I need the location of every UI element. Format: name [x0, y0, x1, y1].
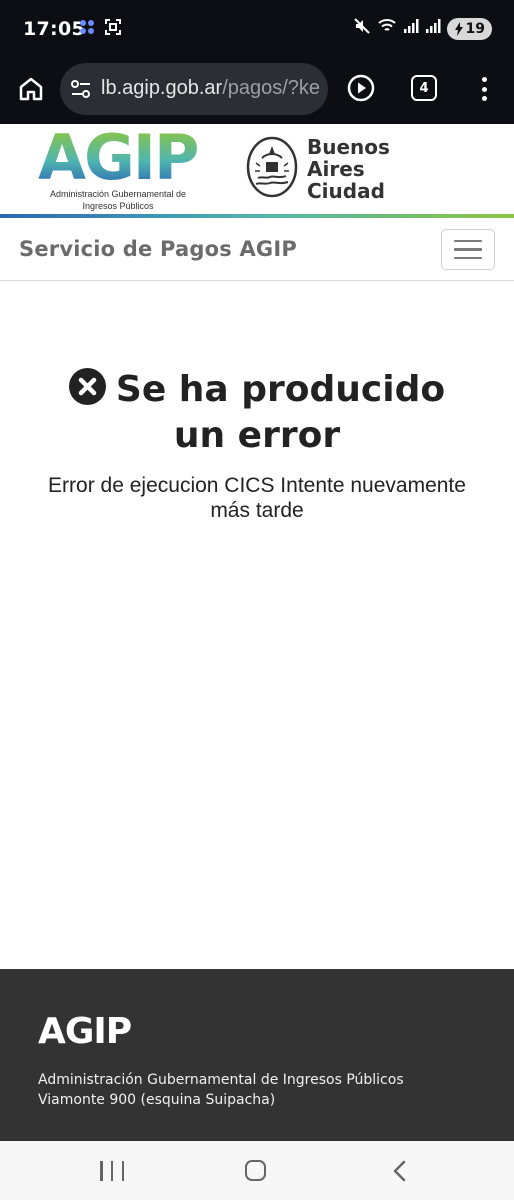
battery-level: 19 — [465, 20, 485, 37]
hamburger-line-icon — [454, 239, 482, 243]
recent-apps-icon — [100, 1161, 103, 1181]
back-button[interactable] — [390, 1159, 410, 1183]
error-title: Se ha producido un error — [0, 368, 514, 457]
status-time: 17:05 — [23, 18, 85, 40]
android-navigation-bar — [0, 1141, 514, 1200]
agip-logo[interactable]: AGIP Administración Gubernamental de Ing… — [38, 121, 214, 214]
tab-switcher-button[interactable]: 4 — [411, 75, 437, 101]
url-text: lb.agip.gob.ar/pagos/?ke — [101, 77, 320, 100]
error-panel: Se ha producido un error Error de ejecuc… — [0, 368, 514, 523]
status-left-icons — [78, 18, 122, 41]
signal-icon-2 — [425, 18, 441, 39]
hamburger-line-icon — [454, 248, 482, 251]
mute-icon — [353, 17, 371, 40]
home-icon — [19, 77, 43, 101]
site-header: AGIP Administración Gubernamental de Ing… — [0, 124, 514, 214]
navbar: Servicio de Pagos AGIP — [0, 218, 514, 281]
app-notification-icon — [78, 18, 96, 41]
recent-apps-button[interactable] — [100, 1161, 124, 1181]
footer-address: Viamonte 900 (esquina Suipacha) — [38, 1092, 276, 1108]
screenshot-icon — [104, 18, 122, 41]
address-bar[interactable]: lb.agip.gob.ar/pagos/?ke — [60, 63, 328, 115]
recent-apps-icon — [110, 1161, 114, 1181]
browser-toolbar: lb.agip.gob.ar/pagos/?ke 4 — [0, 58, 514, 124]
ba-logo-line3: Ciudad — [307, 179, 385, 203]
signal-icon — [403, 18, 419, 39]
battery-icon: 19 — [446, 17, 492, 40]
ba-logo-line1: Buenos — [307, 135, 390, 159]
agip-logo-subtitle: Administración Gubernamental de Ingresos… — [49, 189, 187, 211]
error-title-text: Se ha producido un error — [115, 369, 446, 456]
status-bar: 17:05 19 — [0, 0, 514, 58]
menu-dot-icon — [481, 77, 487, 82]
home-button[interactable] — [16, 74, 46, 104]
site-settings-icon[interactable] — [70, 79, 92, 104]
error-x-circle-icon — [68, 368, 106, 415]
play-circle-icon — [347, 74, 375, 102]
navbar-menu-toggle[interactable] — [441, 229, 495, 270]
wifi-icon — [377, 17, 397, 40]
url-domain: lb.agip.gob.ar — [101, 77, 223, 99]
home-nav-button[interactable] — [245, 1160, 266, 1181]
city-seal-icon — [246, 136, 298, 198]
media-play-button[interactable] — [346, 73, 376, 103]
buenos-aires-logo[interactable]: Buenos Aires Ciudad — [246, 136, 406, 206]
footer-org-name: Administración Gubernamental de Ingresos… — [38, 1072, 404, 1088]
recent-apps-icon — [121, 1161, 124, 1181]
menu-dot-icon — [481, 96, 487, 101]
error-message: Error de ejecucion CICS Intente nuevamen… — [48, 474, 466, 522]
hamburger-line-icon — [454, 256, 482, 260]
status-right: 19 — [353, 17, 492, 40]
more-options-button[interactable] — [476, 74, 492, 104]
agip-logo-text: AGIP — [38, 121, 199, 194]
url-path: /pagos/?ke — [222, 77, 321, 99]
menu-dot-icon — [481, 86, 487, 92]
navbar-brand[interactable]: Servicio de Pagos AGIP — [19, 237, 297, 261]
buenos-aires-logo-text: Buenos Aires Ciudad — [307, 136, 390, 202]
ba-logo-line2: Aires — [307, 157, 365, 181]
site-footer: AGIP Administración Gubernamental de Ing… — [0, 969, 514, 1141]
footer-agip-logo: AGIP — [38, 1011, 132, 1052]
back-chevron-icon — [393, 1160, 406, 1182]
